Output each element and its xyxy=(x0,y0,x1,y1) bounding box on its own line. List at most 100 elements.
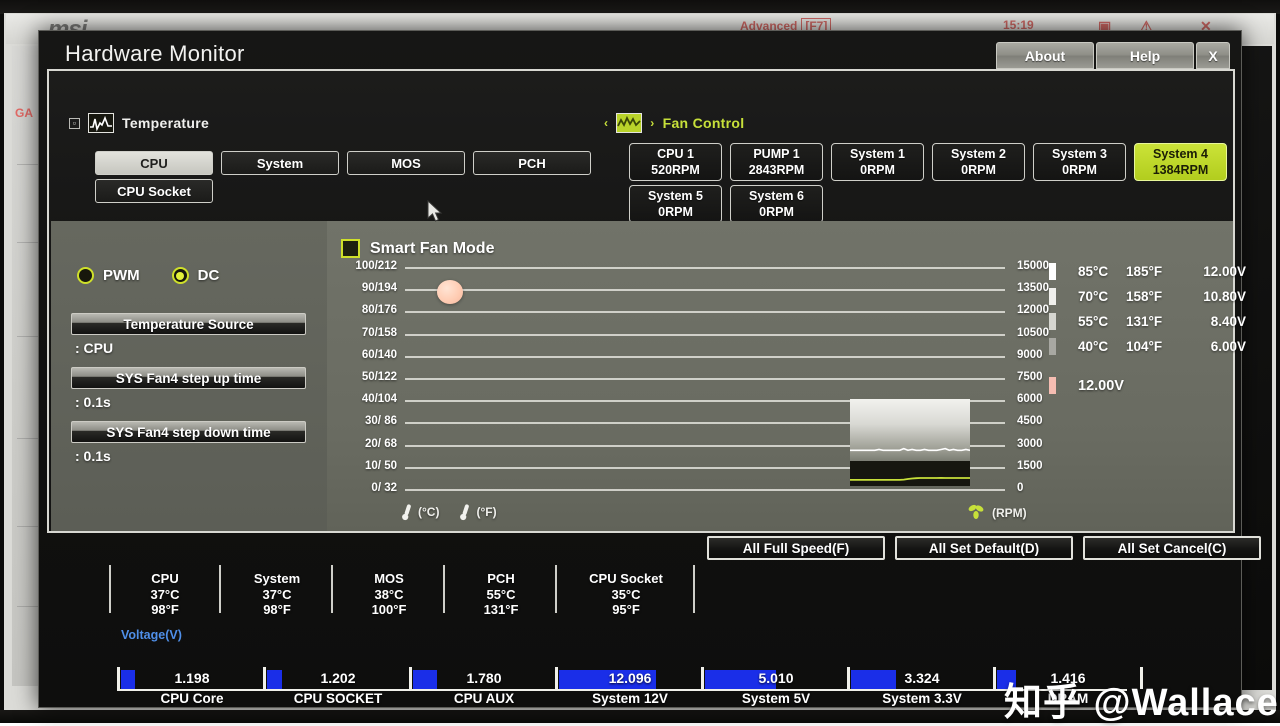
chart-left-tick: 80/176 xyxy=(362,304,397,316)
voltage-label: CPU SOCKET xyxy=(263,691,413,706)
summary-cell-cpu-socket: CPU Socket 35°C 95°F xyxy=(557,563,695,619)
voltage-value: 5.010 xyxy=(701,670,851,686)
fan-tab-value: 0RPM xyxy=(759,204,794,220)
fan-curve-pane: Smart Fan Mode 100/21290/19480/17670/158… xyxy=(327,221,1233,531)
legend-celsius: 70°C xyxy=(1078,289,1126,304)
fan-tab-name: System 5 xyxy=(648,188,703,204)
prev-arrow-icon[interactable]: ‹ xyxy=(604,116,608,130)
voltage-label: System 5V xyxy=(701,691,851,706)
temp-tab-cpu-socket[interactable]: CPU Socket xyxy=(95,179,213,203)
summary-fahrenheit: 100°F xyxy=(333,602,445,618)
temperature-source-button[interactable]: Temperature Source xyxy=(71,313,306,335)
voltage-value: 1.198 xyxy=(117,670,267,686)
thermometer-fahrenheit-icon xyxy=(459,503,470,521)
fan-tab-name: System 1 xyxy=(850,146,905,162)
fan-tab-name: System 6 xyxy=(749,188,804,204)
temp-tab-system[interactable]: System xyxy=(221,151,339,175)
step-up-time-field: SYS Fan4 step up time : 0.1s xyxy=(71,367,306,410)
chart-right-tick: 4500 xyxy=(1017,415,1043,427)
legend-celsius: 85°C xyxy=(1078,264,1126,279)
current-voltage-value: 12.00V xyxy=(1078,378,1124,394)
smart-fan-mode-label: Smart Fan Mode xyxy=(370,240,494,258)
legend-volts: 12.00V xyxy=(1184,264,1246,279)
legend-row: 55°C 131°F 8.40V xyxy=(1049,309,1246,334)
dc-label: DC xyxy=(198,267,220,284)
fan-tabs-row-1: CPU 1 520RPM PUMP 1 2843RPM System 1 0RP… xyxy=(629,143,1227,181)
fan-tab-value: 2843RPM xyxy=(749,162,805,178)
current-voltage-row: 12.00V xyxy=(1049,373,1246,398)
legend-volts: 10.80V xyxy=(1184,289,1246,304)
fahrenheit-unit-label: (°F) xyxy=(476,505,496,519)
fan-section-label: Fan Control xyxy=(663,115,745,131)
summary-name: CPU xyxy=(109,571,221,587)
fan-tab-system-4[interactable]: System 4 1384RPM xyxy=(1134,143,1227,181)
summary-cell-cpu: CPU 37°C 98°F xyxy=(109,563,221,619)
fan-tab-name: System 4 xyxy=(1153,146,1208,162)
chart-left-tick: 40/104 xyxy=(362,393,397,405)
legend-volts: 6.00V xyxy=(1184,339,1246,354)
fan-tab-system-6[interactable]: System 6 0RPM xyxy=(730,185,823,223)
chart-left-tick: 30/ 86 xyxy=(365,415,397,427)
legend-volts: 8.40V xyxy=(1184,314,1246,329)
next-arrow-icon[interactable]: › xyxy=(650,116,654,130)
summary-name: MOS xyxy=(333,571,445,587)
fan-tab-system-3[interactable]: System 3 0RPM xyxy=(1033,143,1126,181)
thermometer-celsius-icon xyxy=(401,503,412,521)
legend-swatch xyxy=(1049,338,1056,355)
chart-gridline xyxy=(405,289,1005,291)
temperature-summary-strip: CPU 37°C 98°F System 37°C 98°F MOS 38°C … xyxy=(109,563,709,619)
all-full-speed-button[interactable]: All Full Speed(F) xyxy=(707,536,885,560)
fan-tab-cpu-1[interactable]: CPU 1 520RPM xyxy=(629,143,722,181)
chart-left-tick: 20/ 68 xyxy=(365,438,397,450)
fan-tab-value: 520RPM xyxy=(651,162,700,178)
chart-gridline xyxy=(405,311,1005,313)
legend-swatch xyxy=(1049,288,1056,305)
chart-left-tick: 60/140 xyxy=(362,349,397,361)
temperature-tabs-row-2: CPU Socket xyxy=(95,179,213,203)
expander-icon[interactable]: ▫ xyxy=(69,118,80,129)
voltage-value: 1.780 xyxy=(409,670,559,686)
history-subplot xyxy=(850,399,970,486)
rpm-axis-legend: (RPM) xyxy=(967,503,1027,522)
dc-radio[interactable] xyxy=(172,267,189,284)
fan-mode-radio-group: PWM DC xyxy=(77,267,219,284)
pwm-radio[interactable] xyxy=(77,267,94,284)
legend-fahrenheit: 131°F xyxy=(1126,314,1184,329)
fan-tab-pump-1[interactable]: PUMP 1 2843RPM xyxy=(730,143,823,181)
chart-left-tick: 10/ 50 xyxy=(365,460,397,472)
chart-right-tick: 13500 xyxy=(1017,282,1049,294)
fan-tab-name: PUMP 1 xyxy=(753,146,799,162)
voltage-label: CPU AUX xyxy=(409,691,559,706)
chart-right-tick: 9000 xyxy=(1017,349,1043,361)
step-up-time-button[interactable]: SYS Fan4 step up time xyxy=(71,367,306,389)
smart-fan-mode-checkbox[interactable] xyxy=(341,239,360,258)
temp-tab-cpu[interactable]: CPU xyxy=(95,151,213,175)
step-down-time-button[interactable]: SYS Fan4 step down time xyxy=(71,421,306,443)
fan-curve-control-point[interactable] xyxy=(437,280,463,304)
chart-right-tick: 1500 xyxy=(1017,460,1043,472)
fan-control-workspace: PWM DC Temperature Source : CPU SYS Fan4… xyxy=(51,221,1233,531)
fan-tab-name: System 3 xyxy=(1052,146,1107,162)
all-set-default-button[interactable]: All Set Default(D) xyxy=(895,536,1073,560)
fan-action-buttons: All Full Speed(F) All Set Default(D) All… xyxy=(707,536,1261,560)
help-button[interactable]: Help xyxy=(1096,42,1194,69)
voltage-value: 12.096 xyxy=(555,670,705,686)
fan-graph-icon xyxy=(616,113,642,133)
chart-left-tick: 100/212 xyxy=(355,260,397,272)
temp-tab-pch[interactable]: PCH xyxy=(473,151,591,175)
all-set-cancel-button[interactable]: All Set Cancel(C) xyxy=(1083,536,1261,560)
temp-tab-mos[interactable]: MOS xyxy=(347,151,465,175)
summary-fahrenheit: 131°F xyxy=(445,602,557,618)
fan-tab-system-2[interactable]: System 2 0RPM xyxy=(932,143,1025,181)
voltage-label: System 3.3V xyxy=(847,691,997,706)
legend-swatch xyxy=(1049,263,1056,280)
close-window-button[interactable]: X xyxy=(1196,42,1230,69)
chart-right-tick: 15000 xyxy=(1017,260,1049,272)
voltage-temperature-legend: 85°C 185°F 12.00V 70°C 158°F 10.80V 55°C… xyxy=(1049,259,1246,398)
voltage-value: 3.324 xyxy=(847,670,997,686)
summary-fahrenheit: 98°F xyxy=(109,602,221,618)
fan-tab-system-5[interactable]: System 5 0RPM xyxy=(629,185,722,223)
fan-curve-chart: 100/21290/19480/17670/15860/14050/12240/… xyxy=(405,267,1005,495)
about-button[interactable]: About xyxy=(996,42,1094,69)
fan-tab-system-1[interactable]: System 1 0RPM xyxy=(831,143,924,181)
